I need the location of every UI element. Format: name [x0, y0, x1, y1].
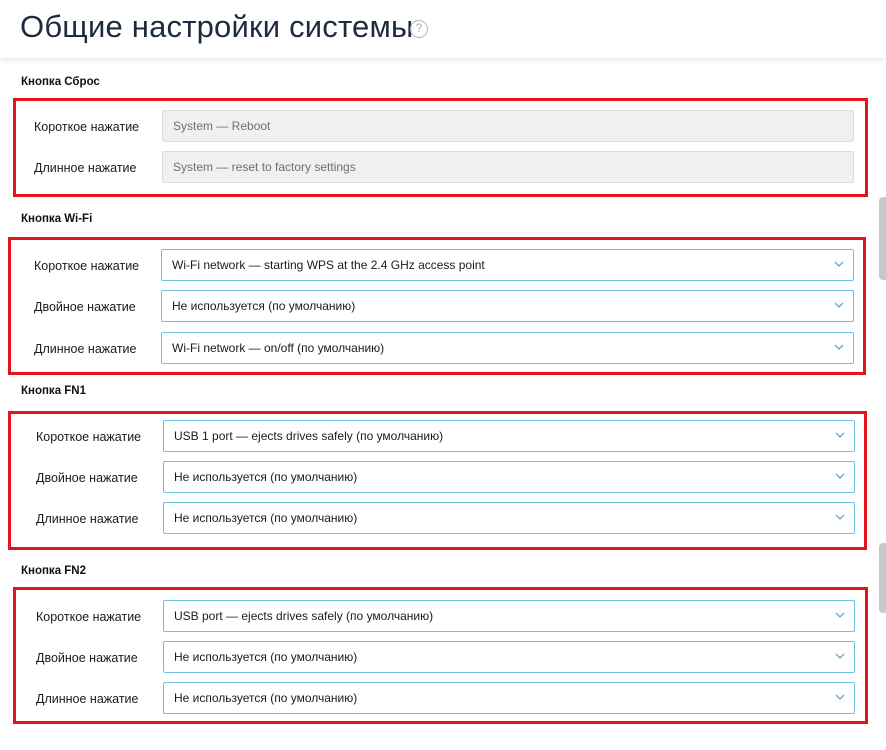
select-wifi-short[interactable]: Wi-Fi network — starting WPS at the 2.4 …: [161, 249, 854, 281]
chevron-down-icon: [835, 432, 845, 438]
chevron-down-icon: [835, 694, 845, 700]
page-header: Общие настройки системы ?: [0, 0, 886, 58]
label-wifi-short: Короткое нажатие: [34, 259, 140, 273]
label-reset-long: Длинное нажатие: [34, 161, 137, 175]
chevron-down-icon: [834, 261, 844, 267]
scrollbar-thumb[interactable]: [879, 543, 886, 613]
field-reset-long-value: System — reset to factory settings: [173, 160, 356, 174]
label-fn2-long: Длинное нажатие: [36, 692, 139, 706]
select-fn1-long-value: Не используется (по умолчанию): [174, 511, 358, 525]
chevron-down-icon: [835, 653, 845, 659]
page-title: Общие настройки системы: [20, 9, 414, 44]
section-title-reset: Кнопка Сброс: [21, 76, 100, 88]
select-fn2-double-value: Не используется (по умолчанию): [174, 650, 358, 664]
label-wifi-double: Двойное нажатие: [34, 300, 136, 314]
chevron-down-icon: [834, 302, 844, 308]
label-reset-short: Короткое нажатие: [34, 120, 140, 134]
section-title-fn2: Кнопка FN2: [21, 565, 87, 577]
section-title-wifi: Кнопка Wi-Fi: [21, 213, 93, 225]
select-wifi-long-value: Wi-Fi network — on/off (по умолчанию): [172, 341, 385, 355]
label-wifi-long: Длинное нажатие: [34, 342, 137, 356]
select-fn1-long[interactable]: Не используется (по умолчанию): [163, 502, 855, 534]
select-fn2-short-value: USB port — ejects drives safely (по умол…: [174, 609, 434, 623]
section-title-fn1: Кнопка FN1: [21, 385, 87, 397]
label-fn1-double: Двойное нажатие: [36, 471, 138, 485]
field-reset-short: System — Reboot: [162, 110, 854, 142]
select-fn2-long[interactable]: Не используется (по умолчанию): [163, 682, 855, 714]
chevron-down-icon: [835, 473, 845, 479]
label-fn2-double: Двойное нажатие: [36, 651, 138, 665]
select-fn1-double-value: Не используется (по умолчанию): [174, 470, 358, 484]
question-circle-icon[interactable]: ?: [410, 20, 428, 38]
select-fn1-double[interactable]: Не используется (по умолчанию): [163, 461, 855, 493]
select-fn1-short-value: USB 1 port — ejects drives safely (по ум…: [174, 429, 444, 443]
chevron-down-icon: [835, 514, 845, 520]
field-reset-short-value: System — Reboot: [173, 119, 271, 133]
label-fn2-short: Короткое нажатие: [36, 610, 142, 624]
chevron-down-icon: [834, 344, 844, 350]
select-wifi-double-value: Не используется (по умолчанию): [172, 299, 356, 313]
select-fn2-double[interactable]: Не используется (по умолчанию): [163, 641, 855, 673]
scrollbar-thumb[interactable]: [879, 197, 886, 280]
select-fn1-short[interactable]: USB 1 port — ejects drives safely (по ум…: [163, 420, 855, 452]
select-wifi-long[interactable]: Wi-Fi network — on/off (по умолчанию): [161, 332, 854, 364]
select-fn2-short[interactable]: USB port — ejects drives safely (по умол…: [163, 600, 855, 632]
label-fn1-long: Длинное нажатие: [36, 512, 139, 526]
label-fn1-short: Короткое нажатие: [36, 430, 142, 444]
field-reset-long: System — reset to factory settings: [162, 151, 854, 183]
select-wifi-short-value: Wi-Fi network — starting WPS at the 2.4 …: [172, 258, 485, 272]
select-fn2-long-value: Не используется (по умолчанию): [174, 691, 358, 705]
select-wifi-double[interactable]: Не используется (по умолчанию): [161, 290, 854, 322]
chevron-down-icon: [835, 612, 845, 618]
